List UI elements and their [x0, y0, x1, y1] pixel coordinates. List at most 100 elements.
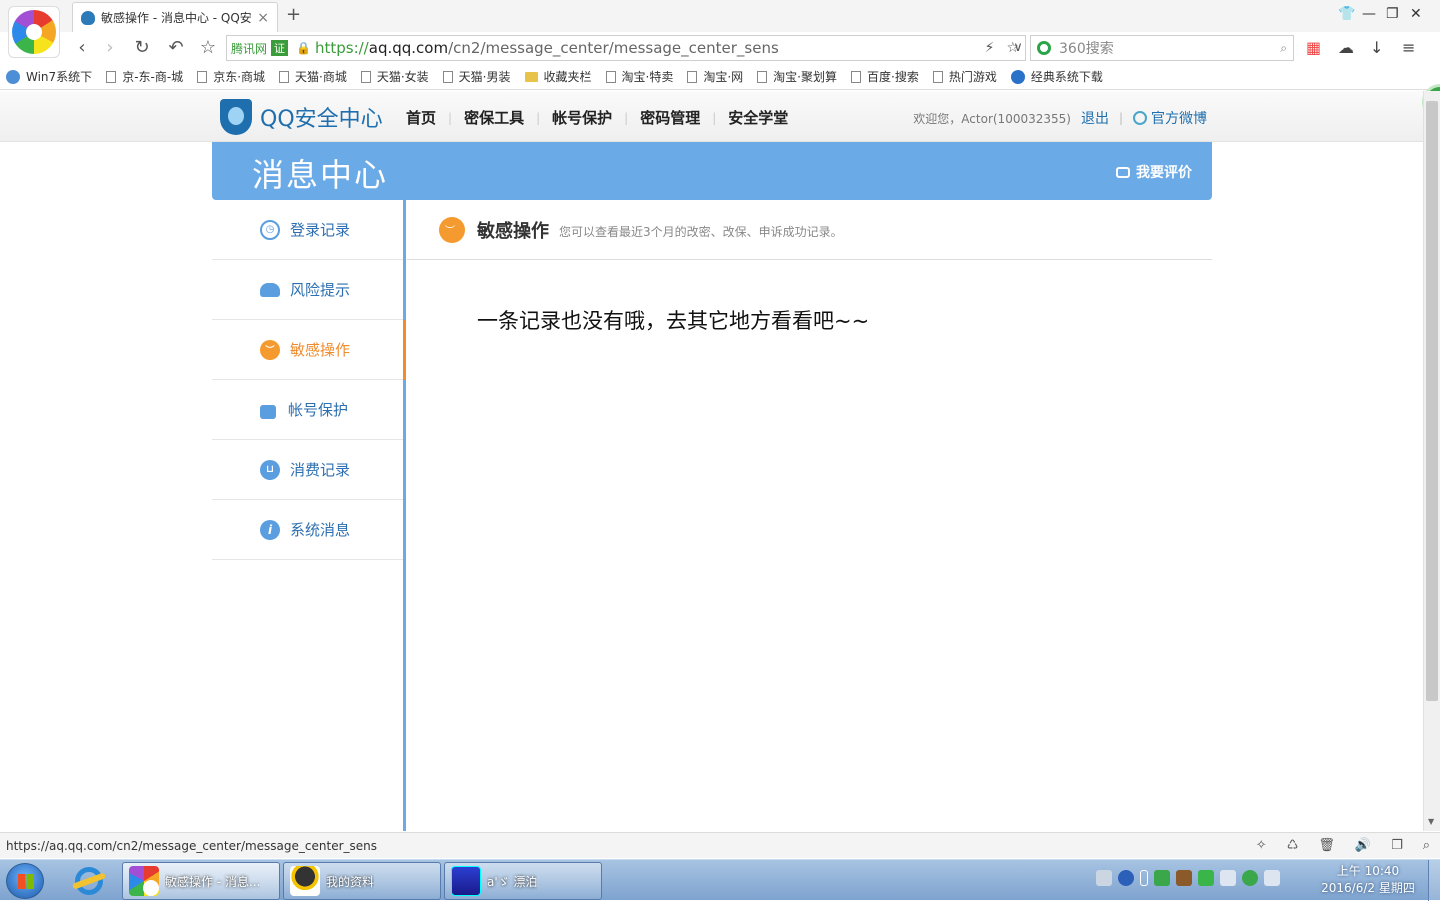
search-input[interactable]: 360搜索 [1059, 38, 1280, 58]
search-icon[interactable]: ⌕ [1280, 41, 1287, 56]
sidebar-item-risk-alerts[interactable]: 风险提示 [212, 260, 403, 320]
url-text[interactable]: https://aq.qq.com/cn2/message_center/mes… [315, 39, 979, 57]
vertical-scrollbar[interactable]: ▼ [1423, 91, 1440, 831]
clock[interactable]: 上午 10:40 2016/6/2 星期四 [1314, 863, 1422, 897]
penguin-icon[interactable] [1176, 870, 1192, 886]
clock-time: 上午 10:40 [1336, 864, 1400, 878]
tab-active[interactable]: 敏感操作 - 消息中心 - QQ安 × [72, 2, 278, 32]
sidebar-item-spending-records[interactable]: ⊔ 消费记录 [212, 440, 403, 500]
apps-icon[interactable]: ▦ [1306, 38, 1321, 57]
ie-taskbar-button[interactable] [72, 864, 108, 898]
rate-label: 我要评价 [1136, 165, 1192, 181]
cloud-icon[interactable]: ☁ [1338, 38, 1354, 57]
bookmark-item[interactable]: 热门游戏 [932, 68, 997, 85]
bookmark-item[interactable]: 天猫·商城 [279, 68, 347, 85]
site-nav: 首页 | 密保工具 | 帐号保护 | 密码管理 | 安全学堂 [406, 107, 788, 128]
logout-link[interactable]: 退出 [1081, 108, 1109, 128]
site-logo[interactable]: QQ安全中心 [220, 99, 383, 135]
qq-shield-favicon-icon [81, 10, 95, 25]
nav-home[interactable]: 首页 [406, 107, 436, 128]
browser-logo[interactable] [8, 6, 60, 58]
window-icon[interactable]: ❐ [1391, 838, 1403, 853]
globe-icon [6, 69, 20, 84]
comment-icon [1116, 166, 1130, 178]
page-icon [279, 70, 290, 83]
minimize-button[interactable]: — [1362, 6, 1376, 22]
shield-icon[interactable] [1154, 870, 1170, 886]
scrollbar-thumb[interactable] [1426, 101, 1438, 701]
favorite-button[interactable]: ☆ [196, 36, 220, 60]
address-dropdown-icon[interactable]: ∨ [1006, 36, 1030, 60]
sidebar: ◷ 登录记录 风险提示 ︶ 敏感操作 帐号保护 ⊔ 消费记录 i 系统消息 [212, 200, 406, 831]
tab-close-icon[interactable]: × [257, 10, 269, 26]
taskbar: 敏感操作 - 消息... 我的资料 a'ゞ 漂泊 上午 10:40 2016/6… [0, 859, 1440, 901]
bookmark-item[interactable]: 淘宝·聚划算 [757, 68, 837, 85]
address-bar[interactable]: 腾讯网 证 🔒 https://aq.qq.com/cn2/message_ce… [226, 35, 1026, 61]
message-center-banner: 消息中心 我要评价 [212, 142, 1212, 200]
taskbar-item-profile[interactable]: 我的资料 [283, 862, 441, 900]
bookmark-item[interactable]: 天猫·男装 [442, 68, 511, 85]
skin-icon[interactable]: 👕 [1338, 6, 1355, 22]
sidebar-item-login-records[interactable]: ◷ 登录记录 [212, 200, 403, 260]
start-button[interactable] [6, 863, 44, 899]
restore-button[interactable]: ❐ [1386, 6, 1399, 22]
new-tab-button[interactable]: + [286, 4, 301, 25]
trash-icon[interactable]: 🗑 [1318, 838, 1335, 853]
pin-icon[interactable]: ✧ [1256, 838, 1267, 853]
page-icon [442, 70, 453, 83]
help-icon[interactable] [1118, 870, 1134, 886]
bookmark-folder[interactable]: 收藏夹栏 [524, 68, 592, 85]
volume-icon[interactable]: 🔊 [1355, 838, 1371, 853]
bookmark-item[interactable]: 百度·搜索 [851, 68, 919, 85]
sidebar-item-sensitive-operations[interactable]: ︶ 敏感操作 [212, 320, 406, 380]
taskbar-item-chat[interactable]: a'ゞ 漂泊 [444, 862, 602, 900]
page-title: 消息中心 [252, 156, 389, 194]
zoom-icon[interactable]: ⌕ [1423, 838, 1430, 853]
sidebar-item-account-protection[interactable]: 帐号保护 [212, 380, 403, 440]
battery-icon[interactable] [1198, 870, 1214, 886]
sidebar-item-label: 风险提示 [290, 281, 351, 299]
show-desktop-button[interactable] [1428, 860, 1440, 901]
undo-close-button[interactable]: ↶ [164, 36, 188, 60]
nav-security-school[interactable]: 安全学堂 [728, 107, 788, 128]
volume-icon[interactable] [1220, 870, 1236, 886]
url-scheme: https:// [314, 39, 369, 57]
weibo-link[interactable]: 官方微博 [1151, 108, 1207, 128]
cart-icon: ⊔ [260, 459, 280, 480]
search-bar[interactable]: 360搜索 ⌕ [1030, 35, 1294, 61]
360-guard-icon[interactable] [1242, 870, 1258, 886]
site-logo-text: QQ安全中心 [260, 107, 383, 132]
taskbar-item-browser[interactable]: 敏感操作 - 消息... [122, 862, 280, 900]
bookmark-item[interactable]: 天猫·女装 [360, 68, 429, 85]
tray-expand-icon[interactable] [1140, 870, 1148, 886]
url-host: aq.qq.com [368, 39, 449, 57]
network-icon[interactable] [1264, 870, 1280, 886]
lightning-icon[interactable]: ⚡ [985, 40, 995, 56]
nav-password-management[interactable]: 密码管理 [640, 107, 700, 128]
bookmark-item[interactable]: 经典系统下载 [1010, 68, 1103, 85]
bookmark-item[interactable]: 京东·商城 [197, 68, 265, 85]
back-button[interactable]: ‹ [70, 36, 94, 60]
close-window-button[interactable]: ✕ [1410, 6, 1422, 22]
bookmark-item[interactable]: 淘宝·网 [687, 68, 743, 85]
keyboard-icon[interactable] [1096, 870, 1112, 886]
sidebar-item-system-messages[interactable]: i 系统消息 [212, 500, 403, 560]
page-icon [851, 70, 861, 83]
nav-security-tools[interactable]: 密保工具 [464, 107, 524, 128]
nav-account-protection[interactable]: 帐号保护 [552, 107, 612, 128]
rate-button[interactable]: 我要评价 [1116, 162, 1192, 182]
menu-icon[interactable]: ≡ [1402, 38, 1415, 57]
reload-button[interactable]: ↻ [130, 36, 154, 60]
recycle-icon[interactable]: ♺ [1287, 838, 1299, 853]
nav-separator: | [536, 110, 541, 125]
forward-button[interactable]: › [98, 36, 122, 60]
scroll-down-arrow-icon[interactable]: ▼ [1428, 817, 1434, 826]
sidebar-item-label: 系统消息 [290, 521, 351, 539]
bookmark-item[interactable]: 淘宝·特卖 [605, 68, 673, 85]
bookmarks-bar: Win7系统下 京-东-商-城 京东·商城 天猫·商城 天猫·女装 天猫·男装 … [0, 64, 1440, 90]
download-icon[interactable]: ↓ [1370, 38, 1383, 57]
bookmark-item[interactable]: 京-东-商-城 [106, 68, 183, 85]
bookmark-item[interactable]: Win7系统下 [6, 68, 92, 85]
page-icon [197, 70, 208, 83]
navigation-bar: ‹ › ↻ ↶ ☆ 腾讯网 证 🔒 https://aq.qq.com/cn2/… [0, 32, 1440, 64]
